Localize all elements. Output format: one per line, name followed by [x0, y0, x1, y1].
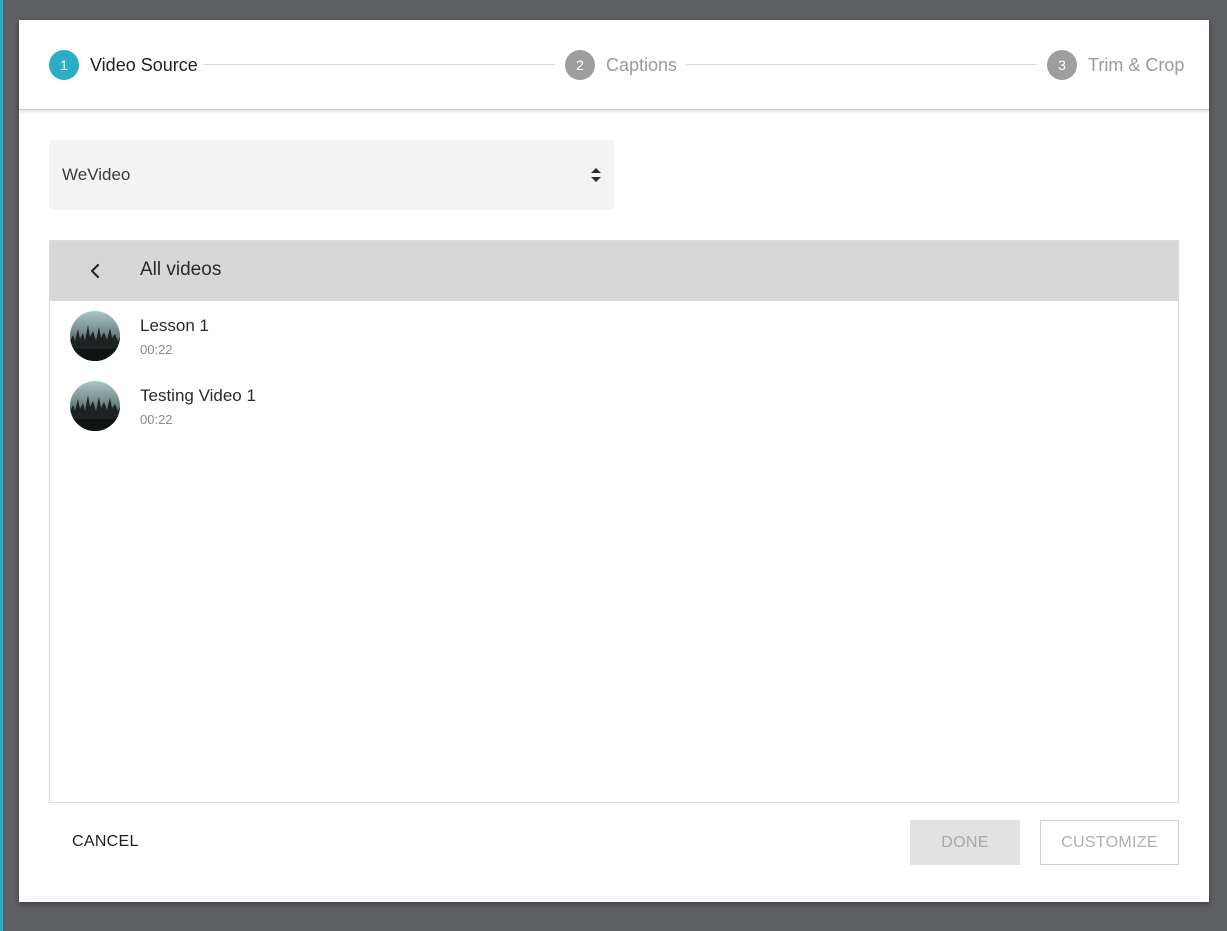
video-thumbnail-image	[70, 381, 120, 431]
video-list-panel: All videos Lesson 1 00:22 Testing Video …	[49, 240, 1179, 803]
step-number-badge: 2	[565, 50, 595, 80]
done-button[interactable]: DONE	[910, 820, 1020, 865]
step-captions[interactable]: 2 Captions	[565, 50, 677, 80]
video-dialog: 1 Video Source 2 Captions 3 Trim & Crop …	[19, 20, 1209, 902]
step-video-source[interactable]: 1 Video Source	[49, 50, 198, 80]
list-item[interactable]: Lesson 1 00:22	[50, 301, 1178, 361]
list-title: All videos	[140, 259, 222, 280]
step-connector	[203, 64, 555, 65]
video-duration: 00:22	[140, 412, 173, 427]
step-label: Captions	[606, 54, 678, 75]
video-duration: 00:22	[140, 342, 173, 357]
customize-button[interactable]: CUSTOMIZE	[1040, 820, 1179, 865]
step-number-badge: 1	[49, 50, 79, 80]
left-accent-bar	[0, 0, 3, 931]
step-connector	[686, 64, 1037, 65]
video-title: Lesson 1	[140, 316, 209, 335]
back-button[interactable]	[80, 256, 110, 286]
video-thumbnail-image	[70, 311, 120, 361]
chevron-left-icon	[90, 263, 100, 279]
list-item[interactable]: Testing Video 1 00:22	[50, 371, 1178, 431]
sort-arrows-icon	[591, 168, 601, 182]
video-source-select[interactable]: WeVideo	[49, 140, 614, 210]
video-title: Testing Video 1	[140, 386, 256, 405]
cancel-button[interactable]: CANCEL	[72, 833, 139, 851]
step-trim-crop[interactable]: 3 Trim & Crop	[1047, 50, 1184, 80]
step-label: Video Source	[90, 54, 198, 75]
step-number-badge: 3	[1047, 50, 1077, 80]
stepper: 1 Video Source 2 Captions 3 Trim & Crop	[19, 20, 1209, 110]
step-label: Trim & Crop	[1088, 54, 1185, 75]
source-select-value: WeVideo	[62, 165, 131, 184]
list-header: All videos	[50, 241, 1178, 301]
